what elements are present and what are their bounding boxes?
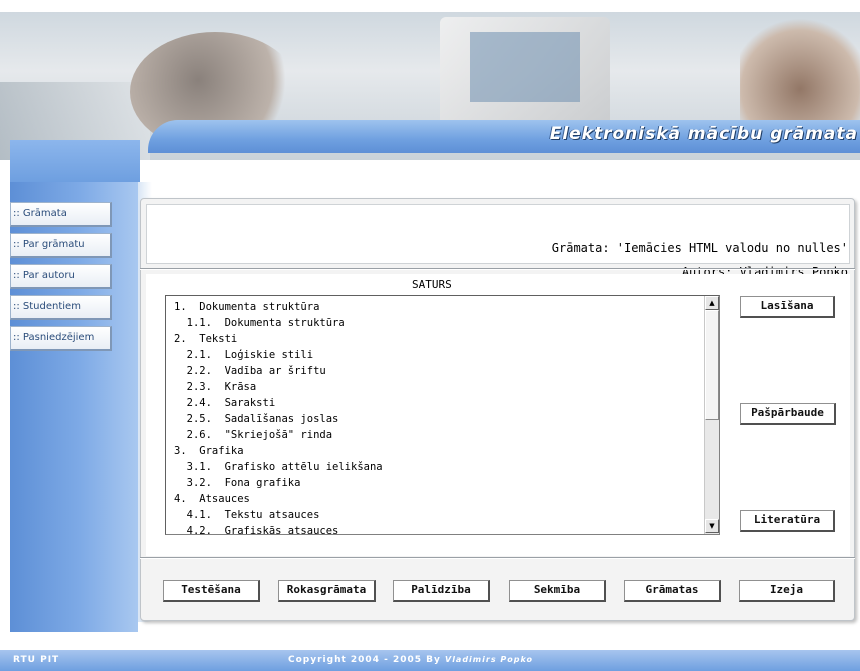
toc-item[interactable]: 2. Teksti [174, 333, 237, 346]
scroll-up-icon[interactable]: ▲ [705, 296, 719, 310]
help-button[interactable]: Palīdzība [393, 580, 490, 602]
toc-item[interactable]: 2.3. Krāsa [174, 381, 257, 394]
toc-item[interactable]: 2.1. Loģiskie stili [174, 349, 313, 362]
toc-item[interactable]: 2.5. Sadalīšanas joslas [174, 413, 339, 426]
progress-button[interactable]: Sekmība [509, 580, 606, 602]
sidebar-item-studentiem[interactable]: :: Studentiem [10, 295, 112, 320]
books-button[interactable]: Grāmatas [624, 580, 721, 602]
toc-item[interactable]: 2.2. Vadība ar šriftu [174, 365, 326, 378]
footer-copyright: Copyright 2004 - 2005 By Vladimirs Popko [288, 655, 533, 665]
book-info-box [146, 204, 850, 264]
sidebar-item-par-autoru[interactable]: :: Par autoru [10, 264, 112, 289]
toc-scrollbar[interactable]: ▲ ▼ [704, 296, 719, 534]
toc-item[interactable]: 2.6. "Skriejošā" rinda [174, 429, 332, 442]
exit-button[interactable]: Izeja [739, 580, 835, 602]
footer-author: Vladimirs Popko [445, 655, 533, 664]
section-divider [140, 268, 855, 270]
footer-org: RTU PIT [13, 655, 60, 665]
copyright-text: Copyright 2004 - 2005 By [288, 655, 445, 665]
toc-heading: SATURS [412, 278, 452, 291]
toc-item[interactable]: 3.2. Fona grafika [174, 477, 301, 490]
toc-item[interactable]: 1.1. Dokumenta struktūra [174, 317, 345, 330]
testing-button[interactable]: Testēšana [163, 580, 260, 602]
toc-item[interactable]: 3.1. Grafisko attēlu ielikšana [174, 461, 383, 474]
sidebar-top-decoration [10, 140, 140, 182]
sidebar-item-pasniedzejiem[interactable]: :: Pasniedzējiem [10, 326, 112, 351]
sidebar-item-gramata[interactable]: :: Grāmata [10, 202, 112, 227]
scroll-down-icon[interactable]: ▼ [705, 519, 719, 533]
toc-item[interactable]: 1. Dokumenta struktūra [174, 301, 319, 314]
toc-listbox[interactable]: 1. Dokumenta struktūra 1.1. Dokumenta st… [165, 295, 720, 535]
self-check-button[interactable]: Pašpārbaude [740, 403, 836, 425]
sidebar-item-par-gramatu[interactable]: :: Par grāmatu [10, 233, 112, 258]
toc-item[interactable]: 2.4. Saraksti [174, 397, 276, 410]
scroll-thumb[interactable] [705, 310, 719, 420]
literature-button[interactable]: Literatūra [740, 510, 835, 532]
toc-item[interactable]: 4.1. Tekstu atsauces [174, 509, 320, 522]
reading-button[interactable]: Lasīšana [740, 296, 835, 318]
app-title: Elektroniskā mācību grāmata [549, 124, 858, 144]
book-title: Grāmata: 'Iemācies HTML valodu no nulles… [551, 241, 848, 255]
title-bar: Elektroniskā mācību grāmata [148, 120, 860, 153]
toc-item[interactable]: 4. Atsauces [174, 493, 250, 506]
footer: RTU PIT Copyright 2004 - 2005 By Vladimi… [0, 650, 860, 671]
toc-item[interactable]: 4.2. Grafiskās atsauces [174, 525, 339, 534]
handbook-button[interactable]: Rokasgrāmata [278, 580, 376, 602]
toc-item[interactable]: 3. Grafika [174, 445, 244, 458]
bottom-divider [140, 557, 855, 559]
